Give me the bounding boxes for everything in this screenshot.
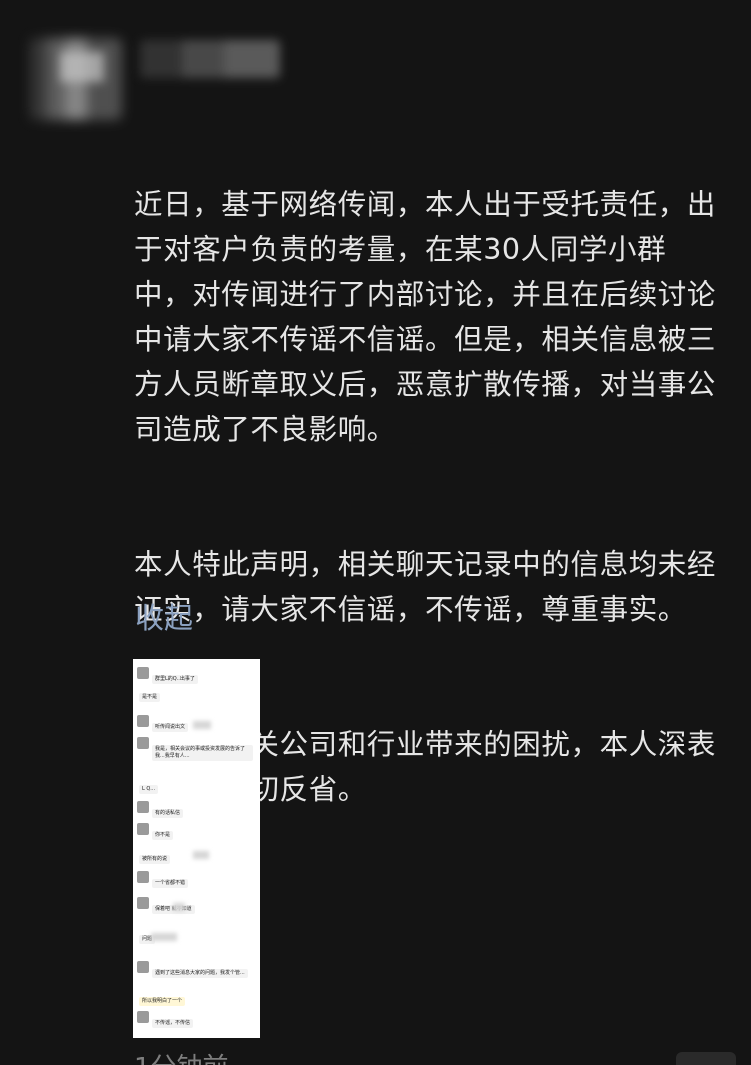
moments-post: 近日，基于网络传闻，本人出于受托责任，出于对客户负责的考量，在某30人同学小群中… [0, 0, 751, 1065]
chat-bubble: 你不是 [152, 831, 174, 840]
chat-bubble: L Q... [139, 785, 159, 794]
chat-screenshot-image[interactable]: 群里L的Q..出事了 是不是 听传闻说出文 我是，相关会议的事或投资发展的告诉了… [133, 659, 260, 1038]
chat-avatar [137, 801, 149, 813]
blur-mask [193, 721, 211, 729]
chat-bubble: 遇到了这些消息大家的问题，我发个管... [152, 969, 248, 978]
chat-avatar [137, 823, 149, 835]
chat-bubble: 不传谣，不传信 [152, 1019, 194, 1028]
chat-avatar [137, 871, 149, 883]
more-actions-button[interactable] [676, 1052, 736, 1065]
blur-mask [173, 903, 185, 911]
chat-avatar [137, 1011, 149, 1023]
chat-bubble: 有的话私信 [152, 809, 184, 818]
chat-avatar [137, 897, 149, 909]
chat-avatar [137, 715, 149, 727]
blur-mask [151, 933, 177, 941]
chat-bubble: 我是，相关会议的事或投资发展的告诉了我...我早有人... [152, 745, 253, 761]
blur-mask [193, 851, 209, 859]
collapse-link[interactable]: 收起 [135, 598, 193, 638]
chat-avatar [137, 667, 149, 679]
chat-bubble: 群里L的Q..出事了 [152, 675, 198, 684]
chat-bubble: 一个省都不错 [152, 879, 189, 888]
post-paragraph: 近日，基于网络传闻，本人出于受托责任，出于对客户负责的考量，在某30人同学小群中… [134, 188, 717, 446]
chat-bubble: 听传闻说出文 [152, 723, 189, 732]
avatar-blur-detail [60, 52, 104, 82]
chat-bubble: 是不是 [139, 693, 161, 702]
author-name-blurred[interactable] [140, 40, 280, 78]
chat-avatar [137, 737, 149, 749]
post-paragraph: 本人特此声明，相关聊天记录中的信息均未经证实，请大家不信谣，不传谣，尊重事实。 [134, 548, 717, 626]
chat-bubble: 被所有的说 [139, 855, 171, 864]
post-timestamp: 1分钟前 [134, 1048, 229, 1065]
chat-bubble: 所以我明白了一个 [139, 997, 186, 1006]
chat-avatar [137, 961, 149, 973]
